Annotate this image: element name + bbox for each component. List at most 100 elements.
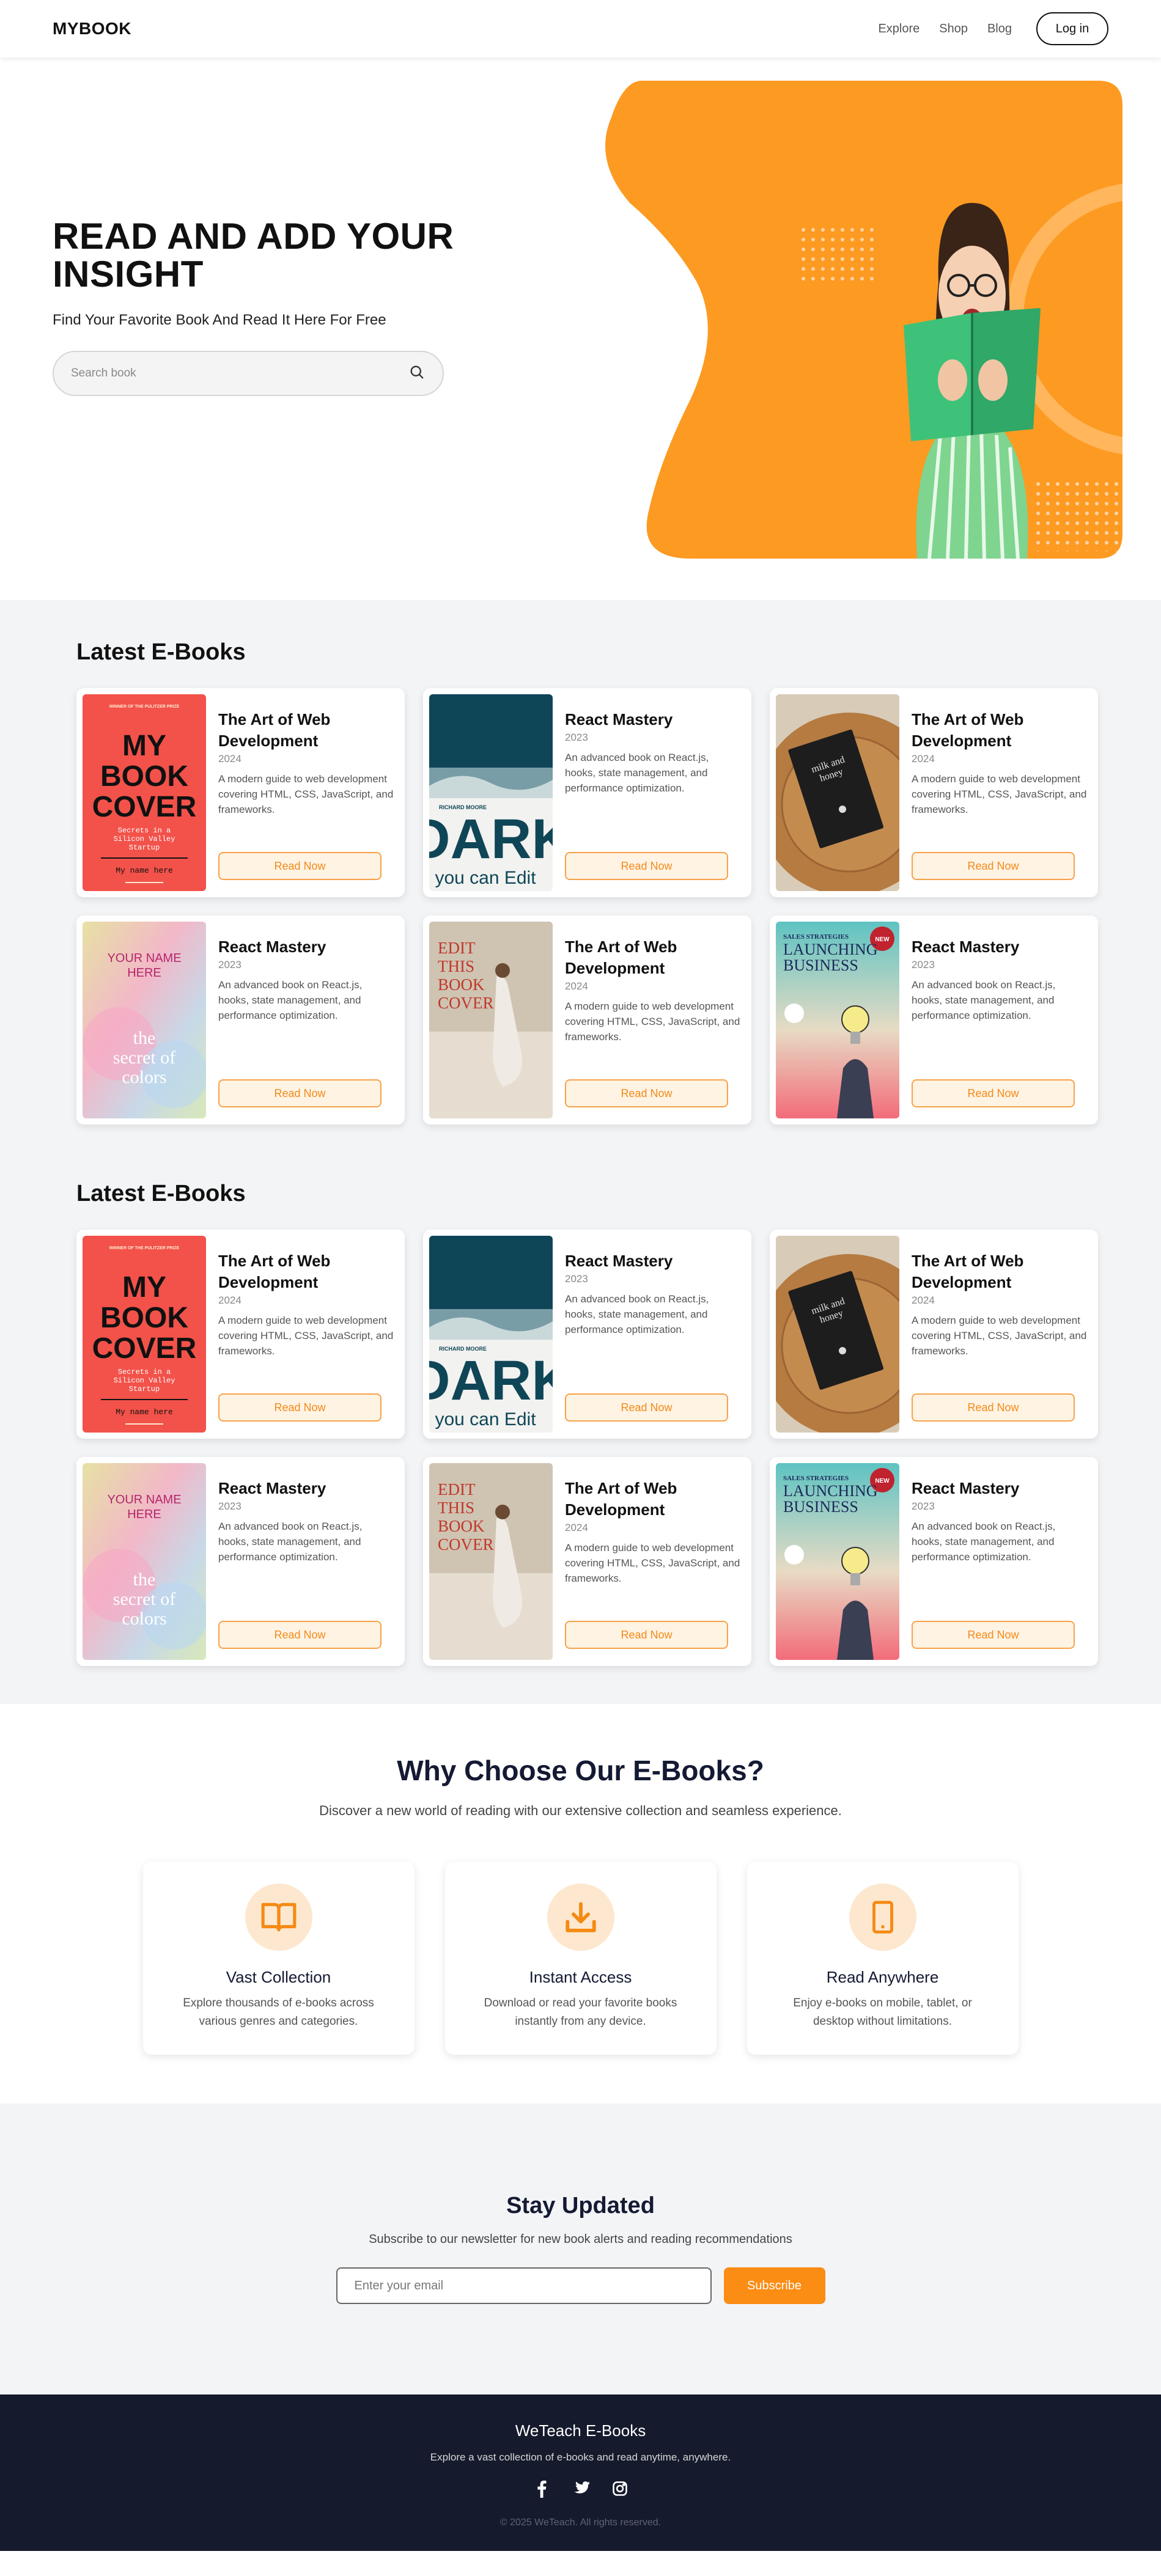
book-card[interactable]: YOUR NAME HERE the secret of colors React Mas… <box>76 1457 405 1666</box>
section-title: Latest E-Books <box>76 639 246 665</box>
book-year: 2024 <box>218 1294 241 1306</box>
search-icon[interactable] <box>408 364 426 384</box>
book-card[interactable]: EDIT THIS BOOK COVER The Art of Web Developm… <box>423 1457 751 1666</box>
book-year: 2023 <box>218 959 241 971</box>
books-area: Latest E-Books WINNER OF THE PULITZER PR… <box>0 600 1161 1704</box>
book-info: React Mastery 2023 An advanced book on Rea… <box>553 694 745 891</box>
read-now-button[interactable]: Read Now <box>218 1393 381 1422</box>
nav-link-explore[interactable]: Explore <box>878 22 920 36</box>
read-now-button[interactable]: Read Now <box>912 1621 1075 1649</box>
book-description: A modern guide to web development coveri… <box>912 1315 1087 1357</box>
book-description: An advanced book on React.js, hooks, sta… <box>218 979 363 1021</box>
svg-text:MY: MY <box>122 730 166 762</box>
book-title: React Mastery <box>565 710 673 728</box>
book-title: The Art of Web Development <box>218 710 331 750</box>
book-description: An advanced book on React.js, hooks, sta… <box>565 752 709 794</box>
read-now-button[interactable]: Read Now <box>565 1079 728 1107</box>
book-cover-image[interactable]: RICHARD MOORE DARK you can Edit <box>429 694 553 891</box>
svg-text:BOOK: BOOK <box>438 1517 485 1535</box>
book-info: React Mastery 2023 An advanced book on Rea… <box>553 1236 745 1433</box>
feature-title: Read Anywhere <box>826 1968 939 1986</box>
book-card[interactable]: RICHARD MOORE DARK you can Edit React Maste… <box>423 1230 751 1439</box>
book-cover-image[interactable]: WINNER OF THE PULITZER PRIZE MY BOOK COVER S… <box>83 694 206 891</box>
svg-text:MY: MY <box>122 1271 166 1304</box>
search-input[interactable] <box>71 367 389 380</box>
navbar: MYBOOK Explore Shop Blog Log in <box>0 0 1161 57</box>
book-card[interactable]: NEW SALES STRATEGIES LAUNCHING BUSINESS Reac… <box>770 916 1098 1125</box>
read-now-button[interactable]: Read Now <box>912 1393 1075 1422</box>
book-cover-image[interactable]: YOUR NAME HERE the secret of colors <box>83 1463 206 1660</box>
logo[interactable]: MYBOOK <box>53 19 131 39</box>
svg-text:THIS: THIS <box>438 1499 474 1517</box>
book-cover-image[interactable]: EDIT THIS BOOK COVER <box>429 1463 553 1660</box>
book-cover-image[interactable]: WINNER OF THE PULITZER PRIZE MY BOOK COVER S… <box>83 1236 206 1433</box>
read-now-button[interactable]: Read Now <box>218 852 381 880</box>
book-cover-image[interactable]: EDIT THIS BOOK COVER <box>429 922 553 1118</box>
book-cover-image[interactable]: YOUR NAME HERE the secret of colors <box>83 922 206 1118</box>
book-info: The Art of Web Development 2024 A modern g… <box>553 1463 745 1660</box>
nav-link-blog[interactable]: Blog <box>987 22 1012 36</box>
features: Vast Collection Explore thousands of e-b… <box>0 1862 1161 2055</box>
read-now-button[interactable]: Read Now <box>912 852 1075 880</box>
book-card[interactable]: milk and honey The Art of Web Development 2… <box>770 1230 1098 1439</box>
svg-text:Silicon Valley: Silicon Valley <box>114 835 175 843</box>
facebook-icon[interactable] <box>533 2479 551 2498</box>
book-cover-image[interactable]: RICHARD MOORE DARK you can Edit <box>429 1236 553 1433</box>
book-cover-image[interactable]: milk and honey <box>776 1236 899 1433</box>
book-description: A modern guide to web development coveri… <box>912 773 1087 815</box>
book-card[interactable]: YOUR NAME HERE the secret of colors React Mas… <box>76 916 405 1125</box>
svg-text:Secrets in a: Secrets in a <box>118 826 171 835</box>
nav-links: Explore Shop Blog Log in <box>878 12 1108 45</box>
newsletter-title: Stay Updated <box>506 2193 655 2218</box>
book-cover-image[interactable]: milk and honey <box>776 694 899 891</box>
read-now-button[interactable]: Read Now <box>218 1621 381 1649</box>
svg-text:SALES STRATEGIES: SALES STRATEGIES <box>783 933 849 941</box>
book-card[interactable]: NEW SALES STRATEGIES LAUNCHING BUSINESS Reac… <box>770 1457 1098 1666</box>
email-input[interactable] <box>336 2267 712 2304</box>
book-year: 2024 <box>218 753 241 765</box>
book-card[interactable]: EDIT THIS BOOK COVER The Art of Web Developm… <box>423 916 751 1125</box>
nav-link-shop[interactable]: Shop <box>939 22 968 36</box>
book-cover-image[interactable]: NEW SALES STRATEGIES LAUNCHING BUSINESS <box>776 922 899 1118</box>
book-card[interactable]: WINNER OF THE PULITZER PRIZE MY BOOK COVER S… <box>76 688 405 897</box>
book-cover-image[interactable]: NEW SALES STRATEGIES LAUNCHING BUSINESS <box>776 1463 899 1660</box>
svg-text:colors: colors <box>122 1067 166 1087</box>
tablet-icon <box>849 1884 916 1951</box>
svg-text:LAUNCHING: LAUNCHING <box>783 941 878 958</box>
newsletter-subtitle: Subscribe to our newsletter for new book… <box>369 2233 792 2246</box>
book-year: 2023 <box>912 959 935 971</box>
book-title: React Mastery <box>218 1479 326 1497</box>
hero-content: READ AND ADD YOUR INSIGHT Find Your Favo… <box>53 218 481 396</box>
instagram-icon[interactable] <box>611 2479 629 2498</box>
read-now-button[interactable]: Read Now <box>565 1621 728 1649</box>
twitter-icon[interactable] <box>572 2479 590 2498</box>
why-subtitle: Discover a new world of reading with our… <box>319 1803 842 1818</box>
book-open-icon <box>245 1884 312 1951</box>
book-card[interactable]: RICHARD MOORE DARK you can Edit React Maste… <box>423 688 751 897</box>
read-now-button[interactable]: Read Now <box>218 1079 381 1107</box>
svg-text:BUSINESS: BUSINESS <box>783 956 858 974</box>
book-year: 2024 <box>912 753 935 765</box>
read-now-button[interactable]: Read Now <box>565 852 728 880</box>
book-info: The Art of Web Development 2024 A modern g… <box>899 1236 1092 1433</box>
book-description: A modern guide to web development coveri… <box>565 1000 740 1043</box>
book-card[interactable]: WINNER OF THE PULITZER PRIZE MY BOOK COVER S… <box>76 1230 405 1439</box>
feature-card: Read Anywhere Enjoy e-books on mobile, t… <box>746 1862 1019 2055</box>
svg-text:LAUNCHING: LAUNCHING <box>783 1482 878 1500</box>
svg-text:Startup: Startup <box>129 843 160 852</box>
subscribe-button[interactable]: Subscribe <box>723 2267 825 2304</box>
svg-text:THIS: THIS <box>438 957 474 975</box>
feature-title: Instant Access <box>529 1968 632 1986</box>
book-card[interactable]: milk and honey The Art of Web Development 2… <box>770 688 1098 897</box>
read-now-button[interactable]: Read Now <box>565 1393 728 1422</box>
svg-text:BOOK: BOOK <box>100 760 188 793</box>
svg-text:HERE: HERE <box>127 1508 161 1521</box>
read-now-button[interactable]: Read Now <box>912 1079 1075 1107</box>
book-info: The Art of Web Development 2024 A modern g… <box>206 694 399 891</box>
book-info: The Art of Web Development 2024 A modern g… <box>899 694 1092 891</box>
book-year: 2023 <box>565 1273 588 1285</box>
book-description: An advanced book on React.js, hooks, sta… <box>565 1293 709 1335</box>
login-button[interactable]: Log in <box>1036 12 1108 45</box>
svg-text:YOUR NAME: YOUR NAME <box>107 1493 181 1506</box>
hero-section: READ AND ADD YOUR INSIGHT Find Your Favo… <box>0 57 1161 600</box>
